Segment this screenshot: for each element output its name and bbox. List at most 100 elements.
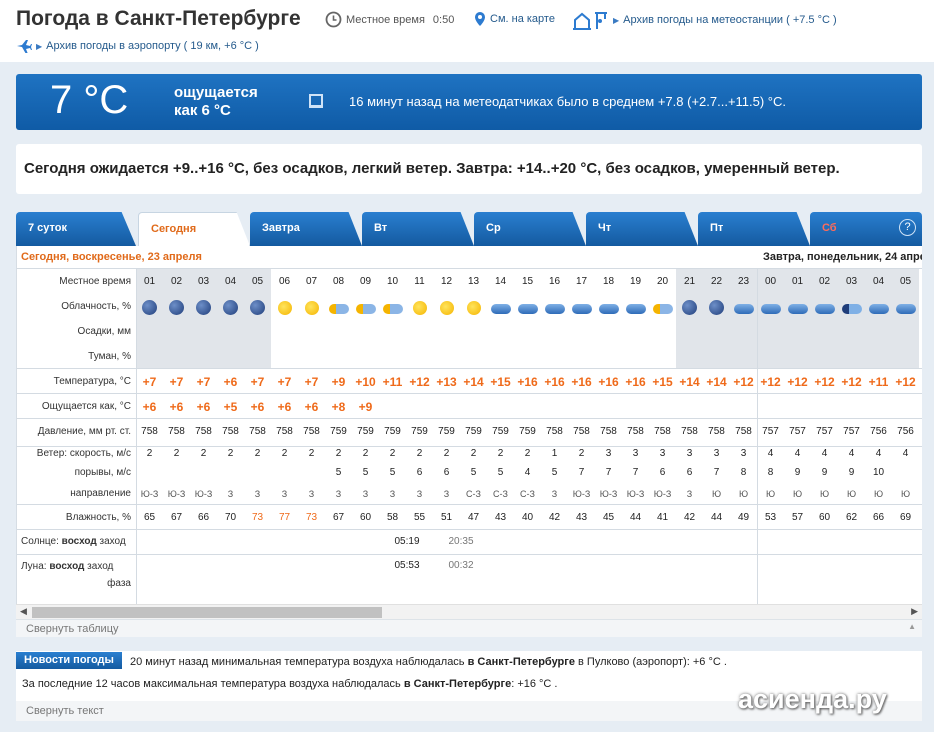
pressure-cell: 757 <box>816 426 833 437</box>
humidity-cell: 67 <box>332 512 345 523</box>
pressure-cell: 759 <box>411 426 428 437</box>
wind-cell: 2 <box>470 448 477 459</box>
temperature-cell: +16 <box>571 375 592 389</box>
feels-cell: +8 <box>331 400 346 414</box>
direction-cell: Ю-З <box>194 489 213 499</box>
moon-phase-icon <box>449 580 458 598</box>
direction-cell: З <box>389 489 396 499</box>
tab-fri[interactable]: Пт <box>698 212 810 246</box>
label-humidity: Влажность, % <box>65 512 131 523</box>
wind-cell: 2 <box>173 448 180 459</box>
scroll-right-icon[interactable]: ▶ <box>911 606 918 617</box>
tab-tue[interactable]: Вт <box>362 212 474 246</box>
temperature-cell: +13 <box>436 375 457 389</box>
map-link[interactable]: См. на карте <box>474 11 555 27</box>
humidity-cell: 47 <box>467 512 480 523</box>
direction-cell: Ю <box>765 489 776 499</box>
humidity-cell: 66 <box>197 512 210 523</box>
wind-cell: 4 <box>875 448 882 459</box>
temperature-cell: +14 <box>463 375 484 389</box>
wind-cell: 3 <box>686 448 693 459</box>
scroll-left-icon[interactable]: ◀ <box>20 606 27 617</box>
gust-cell: 7 <box>632 467 639 478</box>
tab-tomorrow[interactable]: Завтра <box>250 212 362 246</box>
hour-cell: 07 <box>305 276 318 287</box>
wind-cell: 2 <box>416 448 423 459</box>
wind-cell: 2 <box>389 448 396 459</box>
wind-cell: 2 <box>443 448 450 459</box>
moonrise-time: 05:53 <box>394 560 420 571</box>
airport-archive-link[interactable]: ▶ Архив погоды в аэропорту ( 19 км, +6 °… <box>16 39 259 53</box>
temperature-cell: +6 <box>223 375 238 389</box>
news-line-2: За последние 12 часов максимальная темпе… <box>22 678 558 690</box>
humidity-cell: 65 <box>143 512 156 523</box>
pressure-cell: 758 <box>222 426 239 437</box>
pressure-cell: 758 <box>276 426 293 437</box>
station-archive-link[interactable]: ▶ Архив погоды на метеостанции ( +7.5 °C… <box>571 9 837 31</box>
direction-cell: Ю <box>711 489 722 499</box>
wind-cell: 2 <box>227 448 234 459</box>
temperature-cell: +11 <box>382 375 403 389</box>
tab-thu[interactable]: Чт <box>586 212 698 246</box>
humidity-cell: 43 <box>575 512 588 523</box>
hour-cell: 14 <box>494 276 507 287</box>
humidity-cell: 55 <box>413 512 426 523</box>
humidity-cell: 51 <box>440 512 453 523</box>
hour-cell: 09 <box>359 276 372 287</box>
wind-cell: 2 <box>308 448 315 459</box>
hour-cell: 03 <box>845 276 858 287</box>
wind-cell: 2 <box>497 448 504 459</box>
scrollbar-thumb[interactable] <box>32 607 382 618</box>
gust-cell: 5 <box>389 467 396 478</box>
label-moon: Луна: восход заход <box>21 561 114 572</box>
label-precip: Осадки, мм <box>77 326 131 337</box>
hour-cell: 16 <box>548 276 561 287</box>
forecast-summary-text: Сегодня ожидается +9..+16 °C, без осадко… <box>24 160 840 177</box>
direction-cell: Ю <box>900 489 911 499</box>
day-tabs: 7 суток Сегодня Завтра Вт Ср Чт Пт Сб ? <box>16 212 922 246</box>
clock-icon <box>325 11 342 28</box>
sunrise-time: 05:19 <box>394 536 420 547</box>
direction-cell: З <box>362 489 369 499</box>
horizontal-scrollbar[interactable]: ◀ ▶ <box>16 604 922 619</box>
hour-cell: 22 <box>710 276 723 287</box>
gust-cell: 9 <box>794 467 801 478</box>
hour-cell: 04 <box>872 276 885 287</box>
temperature-cell: +16 <box>544 375 565 389</box>
tab-wed[interactable]: Ср <box>474 212 586 246</box>
pressure-cell: 758 <box>735 426 752 437</box>
humidity-cell: 53 <box>764 512 777 523</box>
help-icon[interactable]: ? <box>899 219 916 236</box>
forecast-table: Сегодня, воскресенье, 23 апреля Завтра, … <box>16 246 922 606</box>
temperature-cell: +16 <box>598 375 619 389</box>
cloud-icon <box>518 304 538 314</box>
pressure-cell: 759 <box>330 426 347 437</box>
tab-today[interactable]: Сегодня <box>138 212 250 246</box>
humidity-cell: 70 <box>224 512 237 523</box>
direction-cell: З <box>254 489 261 499</box>
sun-icon <box>305 301 319 315</box>
row-divider <box>17 418 922 419</box>
direction-cell: З <box>551 489 558 499</box>
hour-cell: 08 <box>332 276 345 287</box>
temperature-cell: +16 <box>517 375 538 389</box>
pressure-cell: 759 <box>519 426 536 437</box>
sun-icon <box>278 301 292 315</box>
humidity-cell: 73 <box>251 512 264 523</box>
direction-cell: Ю-З <box>653 489 672 499</box>
collapse-table-button[interactable]: Свернуть таблицу ▲ <box>16 619 922 637</box>
moon-icon <box>142 300 157 315</box>
cloud-icon <box>599 304 619 314</box>
wind-cell: 2 <box>362 448 369 459</box>
pressure-cell: 758 <box>303 426 320 437</box>
direction-cell: С-З <box>466 489 481 499</box>
hour-cell: 02 <box>170 276 183 287</box>
gust-cell: 10 <box>872 467 885 478</box>
direction-cell: Ю-З <box>140 489 159 499</box>
watermark-logo: асиенда.ру <box>738 684 887 714</box>
label-temp: Температура, °C <box>53 376 131 387</box>
temperature-cell: +12 <box>733 375 754 389</box>
moon-icon <box>250 300 265 315</box>
temperature-cell: +14 <box>706 375 727 389</box>
tab-7-days[interactable]: 7 суток <box>16 212 136 246</box>
